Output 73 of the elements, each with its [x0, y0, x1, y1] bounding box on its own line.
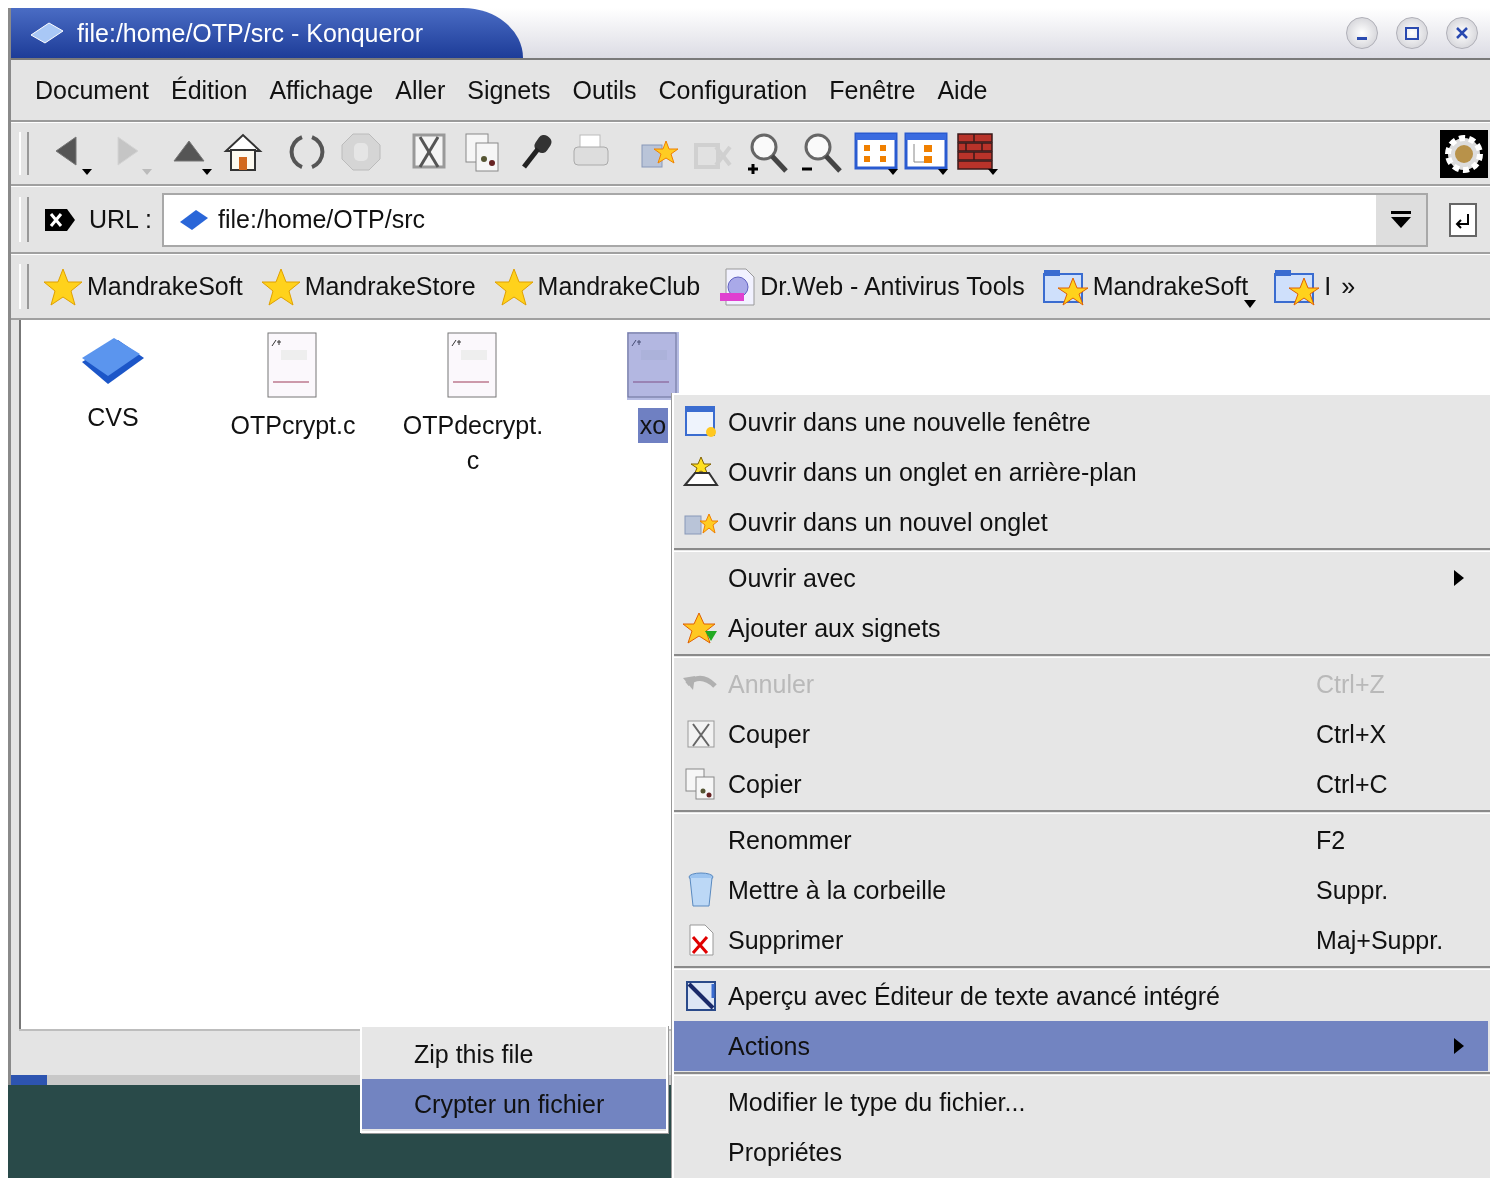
star-icon: [43, 266, 83, 307]
menu-item[interactable]: Copier Ctrl+C: [674, 759, 1488, 809]
submenu-arrow-icon: [1454, 570, 1464, 586]
bookmark-item[interactable]: I: [1274, 267, 1332, 306]
menu-item[interactable]: Renommer F2: [674, 815, 1488, 865]
file-name[interactable]: xo: [637, 408, 669, 443]
url-label: URL :: [89, 205, 152, 234]
menu-item[interactable]: Actions: [674, 1021, 1488, 1071]
folder-icon: [178, 207, 210, 232]
bookmark-item[interactable]: MandrakeSoft: [1042, 267, 1257, 306]
bookmark-add-icon: [683, 611, 719, 645]
window-title: file:/home/OTP/src - Konqueror: [77, 18, 423, 48]
menu-item[interactable]: Couper Ctrl+X: [674, 709, 1488, 759]
file-name[interactable]: CVS: [87, 400, 139, 435]
icon-view-icon[interactable]: [853, 130, 901, 177]
bookmark-item[interactable]: MandrakeStore: [260, 266, 476, 307]
menu-item[interactable]: Document: [35, 75, 149, 105]
bookmark-item[interactable]: MandrakeClub: [493, 266, 701, 307]
menu-item[interactable]: Crypter un fichier: [362, 1079, 666, 1129]
menu-item[interactable]: Aperçu avec Éditeur de texte avancé intégré: [674, 971, 1488, 1021]
toolbar-handle[interactable]: [19, 132, 29, 175]
url-field[interactable]: file:/home/OTP/src: [162, 192, 1428, 247]
close-icon: [1455, 26, 1469, 40]
menu-item[interactable]: Ouvrir dans un nouvel onglet: [674, 497, 1488, 547]
menu-item[interactable]: Aller: [395, 75, 446, 105]
minimize-button[interactable]: [1346, 17, 1378, 49]
bookmark-item[interactable]: Dr.Web - Antivirus Tools: [718, 266, 1025, 307]
clear-field-icon[interactable]: [43, 206, 77, 233]
folder-star-icon: [1274, 267, 1321, 306]
menu-item[interactable]: Fenêtre: [829, 75, 916, 105]
file-name[interactable]: OTPcrypt.c: [230, 408, 356, 443]
toolbar-handle[interactable]: [19, 264, 29, 309]
menu-item[interactable]: Configuration: [658, 75, 808, 105]
bookmark-item[interactable]: MandrakeSoft: [43, 266, 243, 307]
tree-view-icon[interactable]: [903, 130, 951, 177]
editor-icon: [685, 980, 717, 1012]
new-window-icon: [684, 405, 718, 439]
menu-item[interactable]: Zip this file: [362, 1029, 666, 1079]
menu-item[interactable]: Signets: [467, 75, 551, 105]
menu-item[interactable]: Ajouter aux signets: [674, 603, 1488, 653]
menu-item[interactable]: Propriétes: [674, 1127, 1488, 1177]
menu-item[interactable]: Mettre à la corbeille Suppr.: [674, 865, 1488, 915]
submenu-arrow-icon: [1454, 1038, 1464, 1054]
delete-file-icon: [687, 923, 715, 957]
menu-item[interactable]: Aide: [937, 75, 988, 105]
copy-icon: [684, 767, 718, 801]
trash-can-icon: [687, 872, 715, 908]
web-page-icon: [718, 266, 757, 307]
menu-item[interactable]: Ouvrir dans une nouvelle fenêtre: [674, 397, 1488, 447]
maximize-button[interactable]: [1396, 17, 1428, 49]
close-button[interactable]: [1446, 17, 1478, 49]
toolbar-handle[interactable]: [19, 196, 29, 243]
menu-item[interactable]: Affichage: [269, 75, 374, 105]
menu-item[interactable]: Édition: [170, 75, 248, 105]
menu-item[interactable]: Outils: [572, 75, 637, 105]
dropdown-icon: [1244, 299, 1257, 308]
dropdown-icon: [1391, 210, 1411, 229]
gear-logo-icon[interactable]: [1440, 129, 1488, 178]
background-tab-icon: [683, 455, 719, 489]
star-icon: [493, 266, 534, 307]
more-bookmarks-button[interactable]: »: [1341, 272, 1356, 301]
star-icon: [260, 266, 301, 307]
menu-item[interactable]: Supprimer Maj+Suppr.: [674, 915, 1488, 965]
maximize-icon: [1404, 25, 1420, 41]
window-frame-marker: [11, 1075, 47, 1085]
file-name[interactable]: OTPdecrypt.c: [402, 408, 544, 478]
folder-star-icon: [1042, 267, 1089, 306]
menu-item[interactable]: Ouvrir dans un onglet en arrière-plan: [674, 447, 1488, 497]
minimize-icon: [1357, 36, 1367, 40]
menu-item[interactable]: Modifier le type du fichier...: [674, 1077, 1488, 1127]
scissors-icon: [685, 718, 717, 750]
menu-item[interactable]: Ouvrir avec: [674, 553, 1488, 603]
folder-icon: [29, 21, 65, 45]
